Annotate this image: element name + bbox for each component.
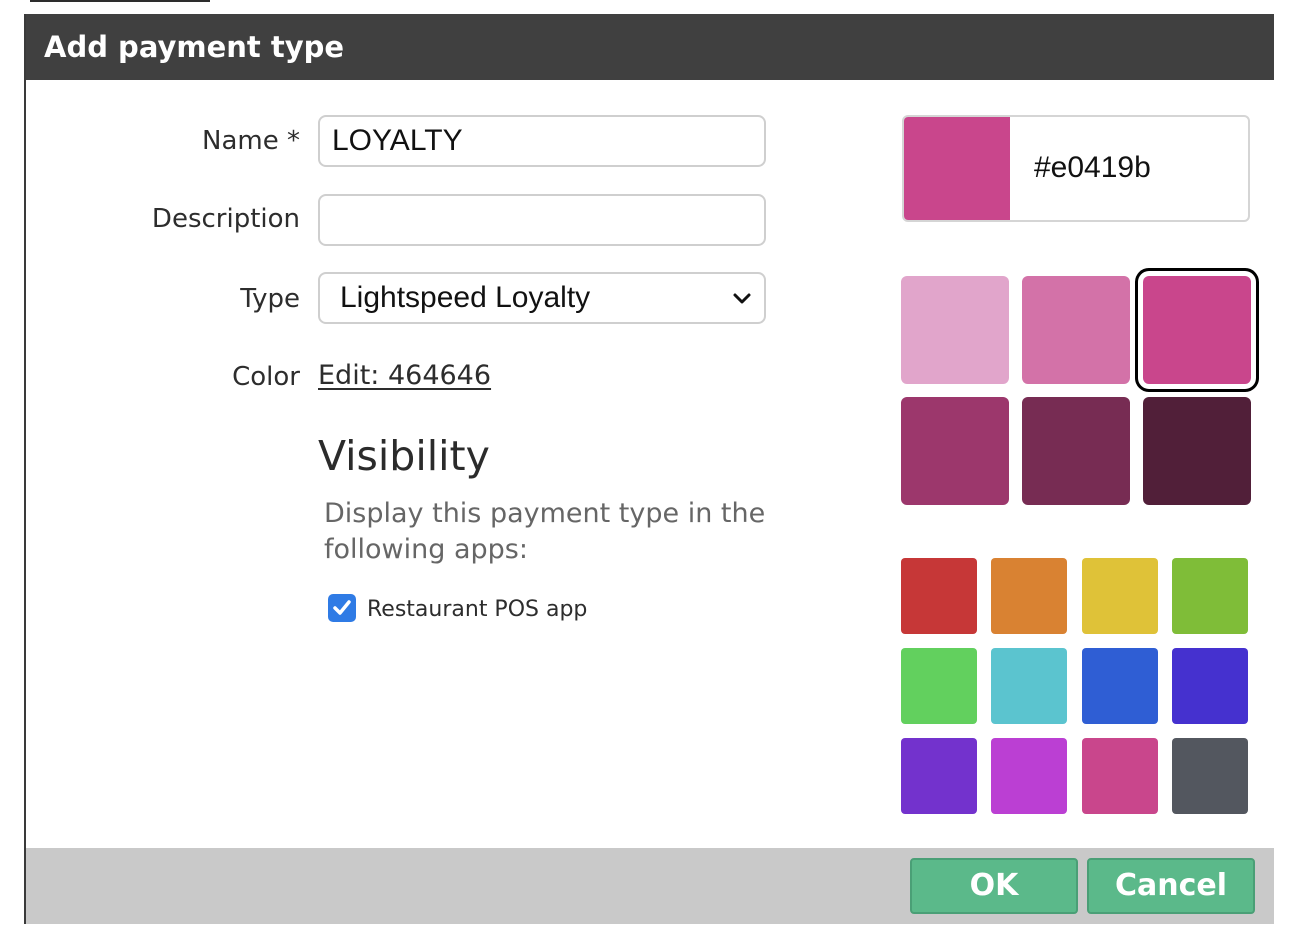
base-color-swatch[interactable] — [991, 738, 1067, 814]
base-color-swatch[interactable] — [901, 738, 977, 814]
type-select[interactable]: Lightspeed Loyalty — [318, 272, 766, 324]
chevron-down-icon — [733, 293, 751, 304]
clipped-background-text — [30, 0, 210, 2]
shade-swatch[interactable] — [1143, 397, 1251, 505]
base-color-swatch[interactable] — [901, 648, 977, 724]
color-label: Color — [232, 362, 300, 392]
base-color-swatch[interactable] — [1082, 558, 1158, 634]
restaurant-pos-checkbox[interactable] — [328, 594, 356, 622]
edit-color-link[interactable]: Edit: 464646 — [318, 360, 491, 391]
color-preview-swatch — [904, 117, 1010, 220]
type-selected-value: Lightspeed Loyalty — [340, 281, 591, 314]
dialog-title: Add payment type — [26, 14, 1274, 80]
cancel-button[interactable]: Cancel — [1087, 858, 1255, 914]
name-input[interactable]: LOYALTY — [318, 115, 766, 167]
checkmark-icon — [333, 600, 351, 615]
description-input[interactable] — [318, 194, 766, 246]
restaurant-pos-label: Restaurant POS app — [367, 597, 588, 622]
shade-swatch[interactable] — [1143, 276, 1251, 384]
visibility-description: Display this payment type in the followi… — [324, 498, 766, 565]
base-color-swatch[interactable] — [991, 648, 1067, 724]
color-hex-value: #e0419b — [1034, 151, 1151, 184]
base-color-swatch[interactable] — [1082, 738, 1158, 814]
base-color-swatch[interactable] — [991, 558, 1067, 634]
name-label: Name * — [202, 126, 300, 156]
ok-button[interactable]: OK — [910, 858, 1078, 914]
dialog-footer: OK Cancel — [26, 848, 1274, 924]
type-label: Type — [240, 284, 300, 314]
color-preview: #e0419b — [902, 115, 1250, 222]
shade-swatch[interactable] — [1022, 397, 1130, 505]
background-page-strip — [0, 0, 1298, 14]
shade-swatch[interactable] — [1022, 276, 1130, 384]
base-color-swatch[interactable] — [901, 558, 977, 634]
description-label: Description — [151, 204, 300, 234]
base-color-swatch[interactable] — [1172, 738, 1248, 814]
add-payment-type-dialog: Add payment type Name * LOYALTY Descript… — [24, 14, 1274, 924]
visibility-heading: Visibility — [318, 432, 490, 480]
base-color-swatch[interactable] — [1172, 648, 1248, 724]
base-color-swatch[interactable] — [1172, 558, 1248, 634]
shade-swatch[interactable] — [901, 276, 1009, 384]
base-color-swatch[interactable] — [1082, 648, 1158, 724]
shade-swatch[interactable] — [901, 397, 1009, 505]
